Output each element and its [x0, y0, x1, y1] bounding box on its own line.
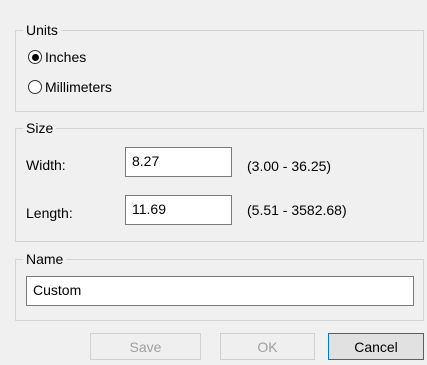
- name-group: Name Custom: [15, 251, 424, 321]
- save-button[interactable]: Save: [90, 333, 201, 360]
- radio-millimeters-label[interactable]: Millimeters: [45, 79, 112, 95]
- units-legend: Units: [23, 22, 61, 38]
- width-range: (3.00 - 36.25): [247, 158, 332, 174]
- width-label: Width:: [26, 157, 66, 173]
- length-range: (5.51 - 3582.68): [247, 202, 347, 218]
- radio-inches[interactable]: Inches: [28, 49, 86, 65]
- length-label: Length:: [26, 205, 73, 221]
- size-legend: Size: [23, 120, 57, 136]
- radio-millimeters[interactable]: Millimeters: [28, 79, 112, 95]
- name-legend: Name: [23, 251, 67, 267]
- width-input[interactable]: 8.27: [125, 147, 232, 177]
- radio-unselected-icon[interactable]: [28, 80, 42, 94]
- ok-button[interactable]: OK: [220, 333, 315, 360]
- radio-selected-icon[interactable]: [28, 50, 42, 64]
- length-input[interactable]: 11.69: [125, 195, 232, 225]
- radio-inches-label[interactable]: Inches: [45, 49, 86, 65]
- size-group: Size Width: 8.27 (3.00 - 36.25) Length: …: [15, 120, 424, 242]
- cancel-button[interactable]: Cancel: [328, 333, 424, 360]
- name-input[interactable]: Custom: [26, 276, 414, 306]
- units-group: Units Inches Millimeters: [15, 22, 424, 112]
